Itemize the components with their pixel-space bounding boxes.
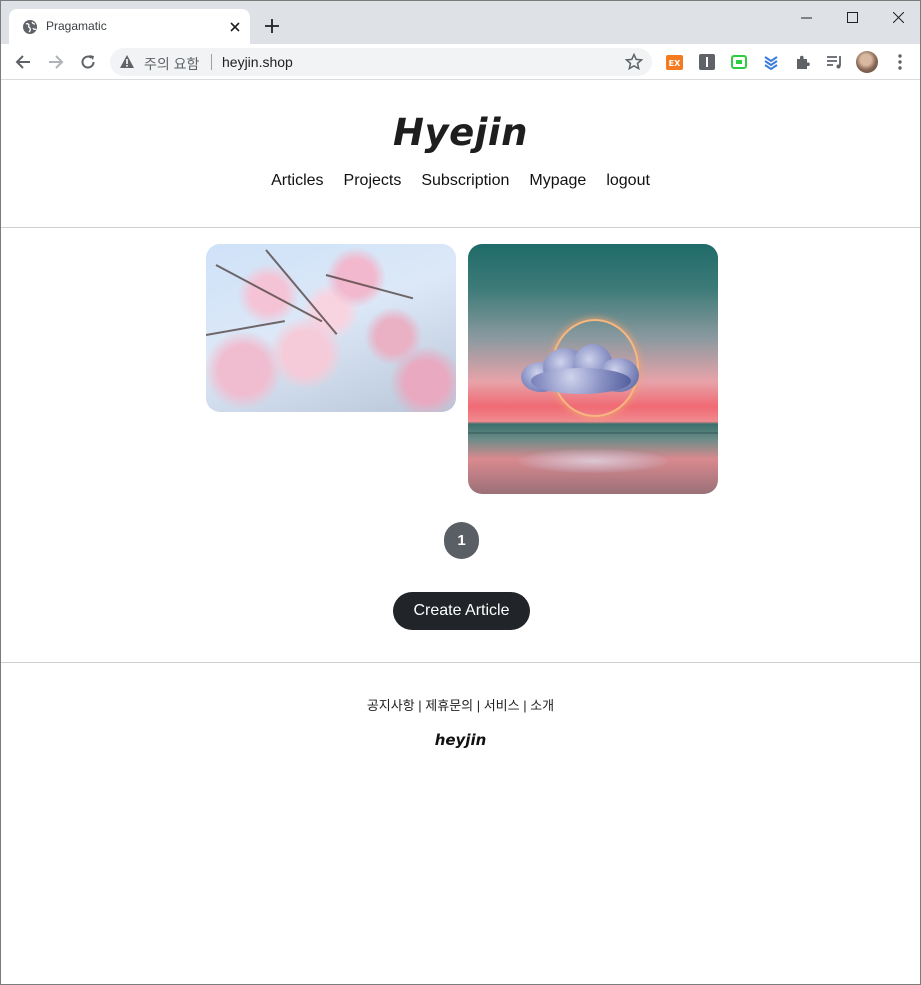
article-card-cloud[interactable] bbox=[468, 244, 718, 494]
cloud-shape bbox=[521, 344, 639, 394]
svg-text:EX: EX bbox=[668, 59, 680, 68]
page-content: Hyejin Articles Projects Subscription My… bbox=[1, 81, 920, 984]
globe-icon bbox=[23, 20, 37, 34]
browser-toolbar: 주의 요함 heyjin.shop EX bbox=[1, 44, 920, 80]
puzzle-icon[interactable] bbox=[794, 53, 812, 71]
branch-line bbox=[215, 264, 323, 323]
omnibox-divider bbox=[211, 54, 212, 70]
nav-mypage[interactable]: Mypage bbox=[529, 172, 586, 190]
create-article-button[interactable]: Create Article bbox=[393, 592, 530, 630]
article-card-cherry-blossom[interactable] bbox=[206, 244, 456, 412]
bookmark-star-icon[interactable] bbox=[625, 53, 643, 71]
page-1-button[interactable]: 1 bbox=[444, 522, 479, 559]
new-tab-button[interactable] bbox=[260, 14, 284, 38]
close-tab-icon[interactable] bbox=[226, 18, 244, 36]
cloud-reflection bbox=[518, 449, 668, 473]
footer-logo: heyjin bbox=[434, 731, 487, 749]
security-warning[interactable]: 주의 요함 bbox=[144, 54, 199, 74]
layers-extension-icon[interactable] bbox=[762, 53, 780, 71]
maximize-icon[interactable] bbox=[829, 1, 875, 33]
i-extension-icon[interactable] bbox=[698, 53, 716, 71]
url-text[interactable]: heyjin.shop bbox=[222, 54, 293, 70]
minimize-icon[interactable] bbox=[783, 1, 829, 33]
tab-strip: Pragamatic bbox=[1, 1, 920, 44]
header-divider bbox=[1, 227, 920, 228]
reload-icon[interactable] bbox=[76, 50, 100, 74]
nav-logout[interactable]: logout bbox=[606, 172, 650, 190]
tab-title: Pragamatic bbox=[46, 19, 107, 33]
back-arrow-icon[interactable] bbox=[11, 50, 35, 74]
close-window-icon[interactable] bbox=[875, 1, 920, 33]
nav-projects[interactable]: Projects bbox=[344, 172, 402, 190]
footer-links[interactable]: 공지사항 | 제휴문의 | 서비스 | 소개 bbox=[1, 695, 920, 714]
site-logo[interactable]: Hyejin bbox=[1, 111, 920, 154]
address-bar[interactable]: 주의 요함 heyjin.shop bbox=[110, 48, 652, 76]
ex-extension-icon[interactable]: EX bbox=[665, 53, 683, 71]
horizon-line bbox=[468, 432, 718, 434]
nav-articles[interactable]: Articles bbox=[271, 172, 323, 190]
browser-tab[interactable]: Pragamatic bbox=[9, 9, 250, 44]
media-icon[interactable] bbox=[826, 53, 844, 71]
nav-subscription[interactable]: Subscription bbox=[421, 172, 509, 190]
footer-divider bbox=[1, 662, 920, 663]
green-extension-icon[interactable] bbox=[730, 53, 748, 71]
branch-line bbox=[325, 274, 414, 300]
warning-icon bbox=[120, 55, 134, 68]
menu-dots-icon[interactable] bbox=[890, 52, 910, 72]
forward-arrow-icon[interactable] bbox=[44, 50, 68, 74]
branch-line bbox=[206, 320, 285, 336]
profile-avatar[interactable] bbox=[856, 51, 878, 73]
browser-window: Pragamatic 주의 요함 heyjin.shop EX Hyejin A… bbox=[0, 0, 921, 985]
main-nav: Articles Projects Subscription Mypage lo… bbox=[1, 172, 920, 190]
